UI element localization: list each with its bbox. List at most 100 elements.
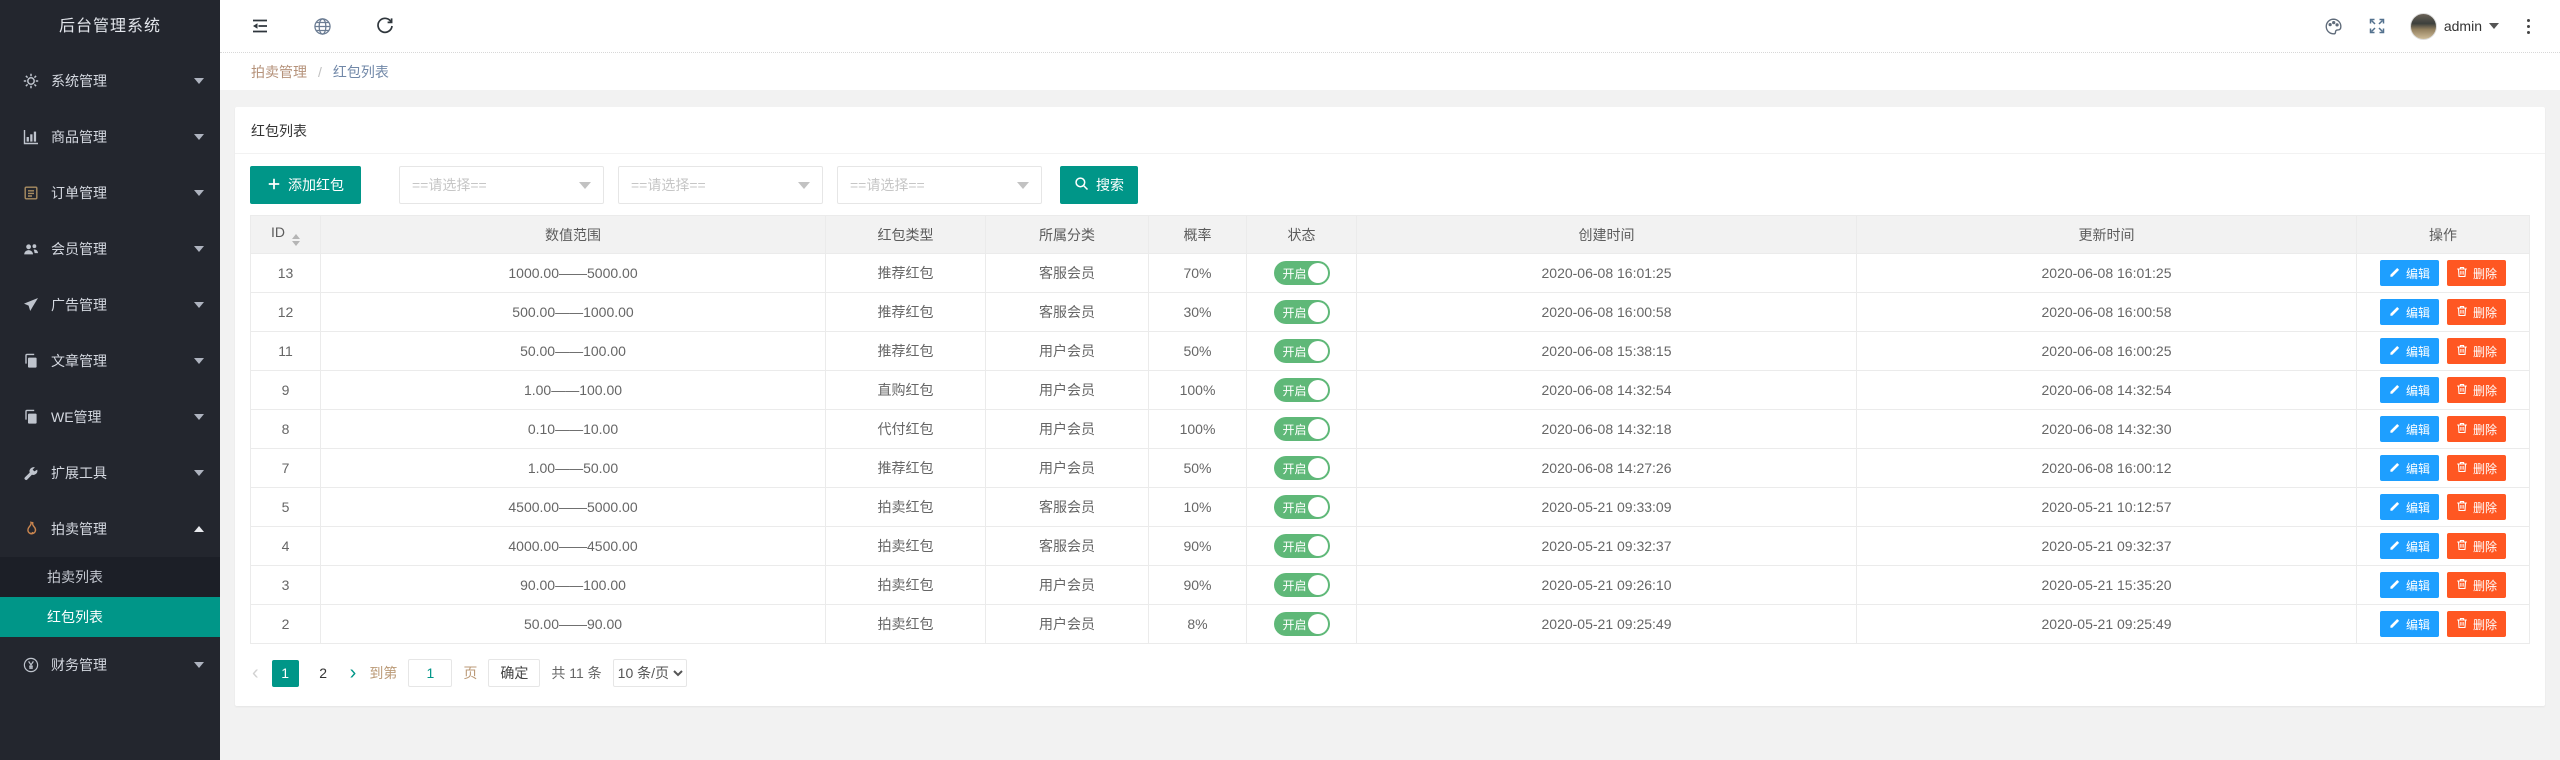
total-count-label: 共 11 条 (551, 665, 602, 681)
sidebar-item-ads[interactable]: 广告管理 (0, 277, 220, 333)
status-toggle[interactable]: 开启 (1273, 300, 1330, 324)
theme-palette-icon[interactable] (2323, 16, 2344, 37)
delete-button[interactable]: 删除 (2447, 533, 2507, 559)
sidebar-item-label: 扩展工具 (51, 465, 107, 481)
sidebar-item-orders[interactable]: 订单管理 (0, 165, 220, 221)
filter-select-3[interactable]: ==请选择== (837, 166, 1042, 204)
delete-button[interactable]: 删除 (2447, 494, 2507, 520)
panel-title: 红包列表 (235, 107, 2545, 154)
edit-button[interactable]: 编辑 (2379, 611, 2439, 637)
toggle-knob (1307, 302, 1328, 322)
chevron-down-icon (194, 246, 204, 252)
breadcrumb-parent[interactable]: 拍卖管理 (251, 62, 307, 82)
sort-icon[interactable] (292, 233, 300, 246)
globe-icon[interactable] (312, 16, 333, 37)
delete-button[interactable]: 删除 (2447, 455, 2507, 481)
goto-page-input[interactable] (408, 659, 453, 687)
delete-button[interactable]: 删除 (2447, 377, 2507, 403)
sidebar-item-system[interactable]: 系统管理 (0, 53, 220, 109)
delete-button[interactable]: 删除 (2447, 338, 2507, 364)
avatar[interactable] (2409, 12, 2437, 40)
topbar-right: admin (2323, 12, 2534, 40)
row-status: 开启 (1246, 409, 1357, 449)
status-toggle[interactable]: 开启 (1273, 261, 1330, 285)
row-actions: 编辑 删除 (2356, 565, 2530, 605)
edit-button[interactable]: 编辑 (2379, 260, 2439, 286)
collapse-sidebar-icon[interactable] (250, 16, 270, 36)
sidebar-item-finance[interactable]: 财务管理 (0, 637, 220, 693)
goto-prefix-label: 到第 (369, 665, 398, 681)
toggle-knob (1307, 575, 1328, 595)
row-range: 500.00——1000.00 (320, 292, 826, 332)
chevron-down-icon (798, 181, 810, 189)
add-redpacket-button[interactable]: 添加红包 (250, 166, 361, 204)
more-options-icon[interactable] (2523, 17, 2534, 36)
yen-circle-icon (22, 657, 39, 674)
edit-button[interactable]: 编辑 (2379, 299, 2439, 325)
sidebar-item-label: 会员管理 (51, 241, 107, 257)
paper-plane-icon (22, 297, 39, 314)
filter-select-1[interactable]: ==请选择== (399, 166, 604, 204)
sidebar-item-members[interactable]: 会员管理 (0, 221, 220, 277)
delete-button[interactable]: 删除 (2447, 611, 2507, 637)
edit-button[interactable]: 编辑 (2379, 494, 2439, 520)
row-id: 5 (250, 487, 321, 527)
user-menu[interactable]: admin (2409, 12, 2499, 40)
status-toggle[interactable]: 开启 (1273, 534, 1330, 558)
fullscreen-icon[interactable] (2368, 17, 2386, 35)
page-button-1[interactable]: 1 (271, 659, 299, 687)
edit-button[interactable]: 编辑 (2379, 533, 2439, 559)
row-range: 4000.00——4500.00 (320, 526, 826, 566)
row-updated: 2020-06-08 16:00:58 (1856, 292, 2357, 332)
delete-button[interactable]: 删除 (2447, 299, 2507, 325)
row-created: 2020-05-21 09:32:37 (1356, 526, 1857, 566)
row-probability: 100% (1148, 409, 1247, 449)
status-toggle[interactable]: 开启 (1273, 339, 1330, 363)
sidebar-item-auction[interactable]: 拍卖管理 (0, 501, 220, 557)
prev-page-button[interactable]: ‹ (250, 663, 261, 683)
table-body: 13 1000.00——5000.00 推荐红包 客服会员 70% 开启 2020-06-0… (250, 253, 2530, 644)
row-id: 2 (250, 604, 321, 644)
row-actions: 编辑 删除 (2356, 448, 2530, 488)
status-toggle[interactable]: 开启 (1273, 378, 1330, 402)
status-toggle[interactable]: 开启 (1273, 456, 1330, 480)
row-created: 2020-06-08 16:00:58 (1356, 292, 1857, 332)
filter-select-2[interactable]: ==请选择== (618, 166, 823, 204)
status-toggle[interactable]: 开启 (1273, 417, 1330, 441)
goto-suffix-label: 页 (463, 665, 478, 681)
column-header-updated: 更新时间 (1856, 215, 2357, 254)
row-id: 3 (250, 565, 321, 605)
page-size-select[interactable]: 10 条/页 (612, 659, 687, 687)
app-root: 后台管理系统 系统管理 商品管理 订单管理 会员管理 广告管理 文章管理 WE管… (0, 0, 2560, 760)
pencil-icon (2389, 383, 2401, 398)
edit-button[interactable]: 编辑 (2379, 416, 2439, 442)
edit-button[interactable]: 编辑 (2379, 455, 2439, 481)
refresh-icon[interactable] (375, 16, 395, 36)
delete-button[interactable]: 删除 (2447, 572, 2507, 598)
delete-button[interactable]: 删除 (2447, 260, 2507, 286)
edit-button[interactable]: 编辑 (2379, 377, 2439, 403)
edit-button[interactable]: 编辑 (2379, 572, 2439, 598)
sidebar-subitem-redpacket-list[interactable]: 红包列表 (0, 597, 220, 637)
delete-button[interactable]: 删除 (2447, 416, 2507, 442)
confirm-page-button[interactable]: 确定 (488, 659, 541, 687)
status-toggle[interactable]: 开启 (1273, 612, 1330, 636)
row-category: 用户会员 (985, 370, 1149, 410)
edit-button[interactable]: 编辑 (2379, 338, 2439, 364)
sidebar-item-we[interactable]: WE管理 (0, 389, 220, 445)
sidebar-subitem-auction-list[interactable]: 拍卖列表 (0, 557, 220, 597)
status-toggle[interactable]: 开启 (1273, 573, 1330, 597)
sidebar-item-articles[interactable]: 文章管理 (0, 333, 220, 389)
search-button[interactable]: 搜索 (1060, 166, 1138, 204)
row-type: 拍卖红包 (825, 487, 986, 527)
sidebar-item-goods[interactable]: 商品管理 (0, 109, 220, 165)
row-created: 2020-06-08 14:32:54 (1356, 370, 1857, 410)
row-updated: 2020-05-21 09:32:37 (1856, 526, 2357, 566)
column-header-id[interactable]: ID (250, 215, 321, 254)
row-actions: 编辑 删除 (2356, 604, 2530, 644)
next-page-button[interactable]: › (348, 663, 359, 683)
page-button-2[interactable]: 2 (310, 660, 337, 687)
status-toggle[interactable]: 开启 (1273, 495, 1330, 519)
sidebar-item-tools[interactable]: 扩展工具 (0, 445, 220, 501)
row-category: 用户会员 (985, 331, 1149, 371)
